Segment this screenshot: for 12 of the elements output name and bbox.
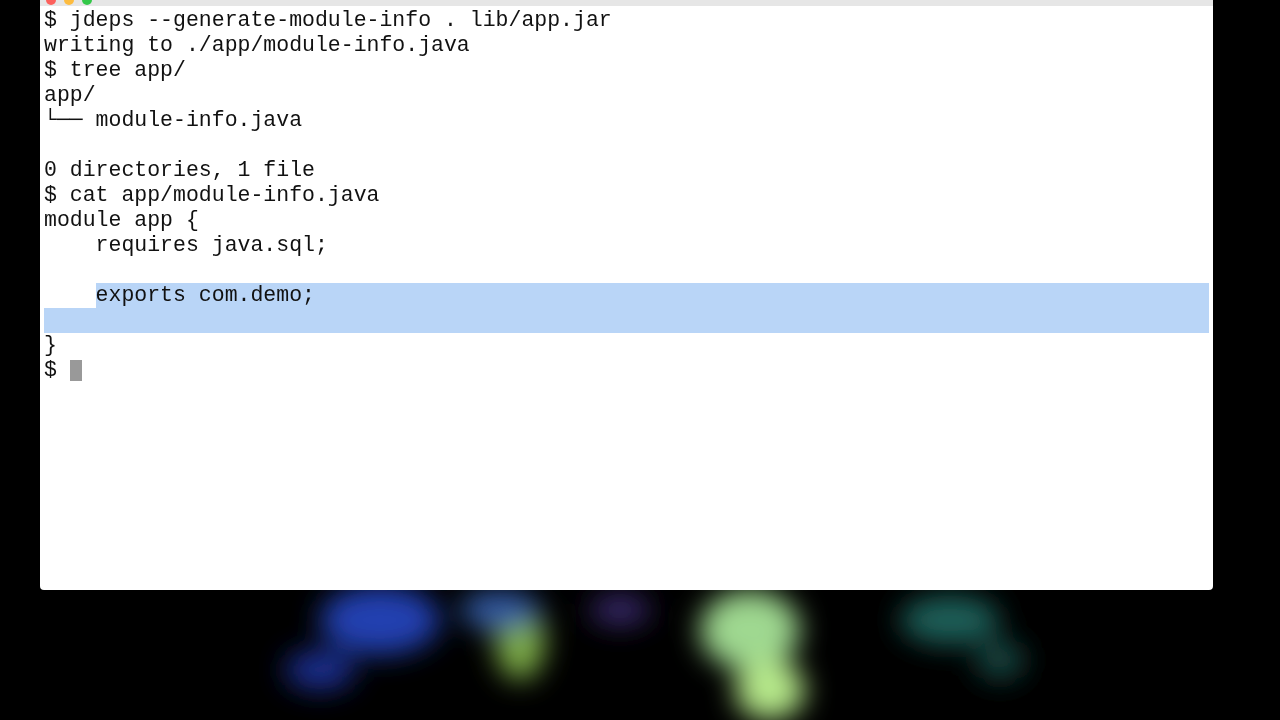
terminal-line: $ jdeps --generate-module-info . lib/app.jar bbox=[44, 8, 612, 33]
terminal-line: module app { bbox=[44, 208, 199, 233]
terminal-line: writing to ./app/module-info.java bbox=[44, 33, 470, 58]
selected-text: exports com.demo; bbox=[95, 283, 1209, 308]
terminal-line: 0 directories, 1 file bbox=[44, 158, 315, 183]
terminal-line: } bbox=[44, 333, 57, 358]
terminal-line: requires java.sql; bbox=[94, 233, 328, 258]
terminal-line: $ tree app/ bbox=[44, 58, 186, 83]
terminal-line: app/ bbox=[44, 83, 96, 108]
terminal-line: $ cat app/module-info.java bbox=[44, 183, 380, 208]
terminal-line: └── module-info.java bbox=[44, 108, 303, 133]
terminal-line: $ bbox=[44, 358, 57, 383]
